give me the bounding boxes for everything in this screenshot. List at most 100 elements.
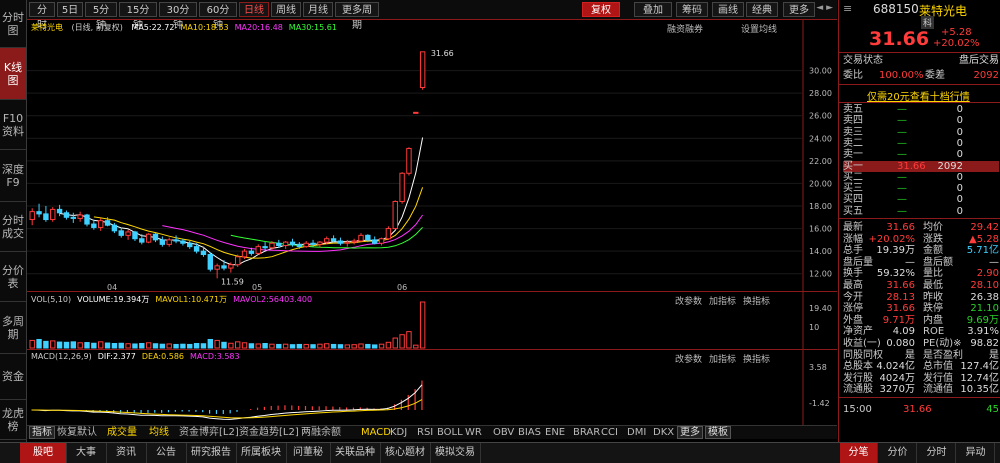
volume-bar [173, 343, 179, 349]
period-8[interactable]: 月线 [303, 2, 333, 17]
candle [228, 264, 234, 269]
bottom-tab-6[interactable]: 问董秘 [286, 443, 331, 463]
indicator-tab-8[interactable]: KDJ [390, 426, 407, 439]
bottom-tab-2[interactable]: 资讯 [106, 443, 147, 463]
period-7[interactable]: 周线 [271, 2, 301, 17]
candle [104, 220, 111, 226]
candle [36, 211, 42, 215]
bottom-tab-4[interactable]: 研究报告 [186, 443, 237, 463]
buy-row[interactable]: 买四 —0 [843, 194, 999, 205]
tool-2[interactable]: 筹码 [676, 2, 708, 17]
indicator-tab-16[interactable]: CCI [601, 426, 618, 439]
left-tab-7[interactable]: 资金 [0, 354, 26, 400]
quote-tab-1[interactable]: 分价 [879, 443, 917, 463]
left-tab-4[interactable]: 分时成交 [0, 202, 26, 252]
candle [221, 265, 227, 269]
volume-bar [255, 343, 261, 349]
tool-5[interactable]: 更多 [783, 2, 815, 17]
vol-btn-1[interactable]: 加指标 [709, 294, 736, 307]
volume-legend: VOL(5,10) VOLUME:19.394万 MAVOL1:10.471万 MAV… [31, 294, 318, 305]
indicator-tab-15[interactable]: BRAR [573, 426, 600, 439]
candle [29, 211, 35, 221]
stat-row: 今开 28.13 昨收 26.38 [843, 291, 999, 303]
macd-btn-1[interactable]: 加指标 [709, 352, 736, 365]
buy-row[interactable]: 买三 —0 [843, 183, 999, 194]
volume-bar [200, 343, 207, 349]
buy-row[interactable]: 买一 31.66 2092 [843, 160, 999, 172]
indicator-tab-17[interactable]: DMI [627, 426, 646, 439]
bottom-tab-5[interactable]: 所属板块 [236, 443, 287, 463]
indicator-tab-14[interactable]: ENE [545, 426, 565, 439]
candle [50, 208, 56, 221]
left-tab-5[interactable]: 分价表 [0, 252, 26, 302]
y-tick-label: 26.00 [809, 112, 832, 121]
quote-tab-2[interactable]: 分时 [918, 443, 956, 463]
vol-btn-2[interactable]: 换指标 [743, 294, 770, 307]
period-3[interactable]: 15分钟 [119, 2, 157, 31]
buy-row[interactable]: 买五 —0 [843, 206, 999, 217]
bottom-tab-0[interactable]: 股吧 [20, 443, 67, 463]
period-6[interactable]: 日线 [239, 2, 269, 17]
indicator-tab-2[interactable]: 成交量 [107, 426, 137, 439]
tool-0[interactable]: 复权 [582, 2, 620, 17]
candle [358, 234, 364, 242]
window-controls[interactable]: ◄ ► [816, 3, 833, 13]
sell-row[interactable]: 卖一 —0 [843, 149, 999, 160]
period-0[interactable]: 分时 [29, 2, 55, 31]
kline-chart[interactable]: 30.00 28.00 26.00 24.00 22.00 20.00 18.00 16.00… [27, 20, 837, 292]
indicator-tab-20[interactable]: 模板 [705, 426, 731, 439]
bottom-tab-9[interactable]: 模拟交易 [430, 443, 481, 463]
quote-tab-3[interactable]: 异动 [957, 443, 995, 463]
quote-tab-0[interactable]: 分笔 [840, 443, 878, 463]
period-9[interactable]: 更多周期 [335, 2, 379, 31]
bottom-tab-8[interactable]: 核心题材 [380, 443, 431, 463]
bottom-tab-1[interactable]: 大事 [66, 443, 107, 463]
indicator-tab-11[interactable]: WR [465, 426, 482, 439]
sell-row[interactable]: 卖五 —0 [843, 104, 999, 115]
vol-legend-1: VOLUME:19.394万 [77, 295, 150, 304]
indicator-tab-12[interactable]: OBV [493, 426, 514, 439]
stat-row: 盘后量 — 盘后额 — [843, 256, 999, 268]
left-tab-0[interactable]: 分时图 [0, 0, 26, 48]
indicator-tab-10[interactable]: BOLL [437, 426, 463, 439]
tool-3[interactable]: 画线 [712, 2, 744, 17]
indicator-tab-19[interactable]: 更多 [677, 426, 703, 439]
left-tab-1[interactable]: K线图 [0, 48, 26, 100]
period-2[interactable]: 5分钟 [85, 2, 117, 31]
indicator-tab-4[interactable]: 资金博弈[L2] [179, 426, 239, 439]
period-1[interactable]: 5日 [57, 2, 83, 17]
indicator-tab-0[interactable]: 指标 [29, 426, 55, 439]
candle [419, 51, 426, 88]
left-tab-2[interactable]: F10资料 [0, 100, 26, 150]
candle [118, 230, 124, 236]
indicator-tab-6[interactable]: 两融余额 [301, 426, 341, 439]
indicator-tab-9[interactable]: RSI [417, 426, 433, 439]
indicator-tab-7[interactable]: MACD [361, 426, 391, 439]
macd-btn-2[interactable]: 换指标 [743, 352, 770, 365]
bottom-tab-7[interactable]: 关联品种 [330, 443, 381, 463]
left-tab-8[interactable]: 龙虎榜 [0, 400, 26, 440]
next-icon[interactable]: ► [826, 3, 833, 13]
ten-level-promo-link[interactable]: 仅需20元查看十档行情 [867, 88, 970, 103]
indicator-tab-3[interactable]: 均线 [149, 426, 169, 439]
left-tab-6[interactable]: 多周期 [0, 302, 26, 354]
macd-btn-0[interactable]: 改参数 [675, 352, 702, 365]
volume-bar [125, 343, 131, 349]
period-4[interactable]: 30分钟 [159, 2, 197, 31]
indicator-tab-13[interactable]: BIAS [518, 426, 541, 439]
sell-row[interactable]: 卖三 —0 [843, 127, 999, 138]
menu-icon[interactable]: ≡ [843, 2, 852, 15]
tool-1[interactable]: 叠加 [634, 2, 672, 17]
left-tab-3[interactable]: 深度F9 [0, 150, 26, 202]
sell-row[interactable]: 卖二 —0 [843, 138, 999, 149]
bottom-tab-3[interactable]: 公告 [146, 443, 187, 463]
prev-icon[interactable]: ◄ [816, 3, 823, 13]
indicator-tab-1[interactable]: 恢复默认 [57, 426, 97, 439]
tool-4[interactable]: 经典 [746, 2, 778, 17]
buy-row[interactable]: 买二 —0 [843, 172, 999, 183]
sell-row[interactable]: 卖四 —0 [843, 115, 999, 126]
indicator-tab-5[interactable]: 资金趋势[L2] [239, 426, 299, 439]
period-5[interactable]: 60分钟 [199, 2, 237, 31]
indicator-tab-18[interactable]: DKX [653, 426, 674, 439]
vol-btn-0[interactable]: 改参数 [675, 294, 702, 307]
